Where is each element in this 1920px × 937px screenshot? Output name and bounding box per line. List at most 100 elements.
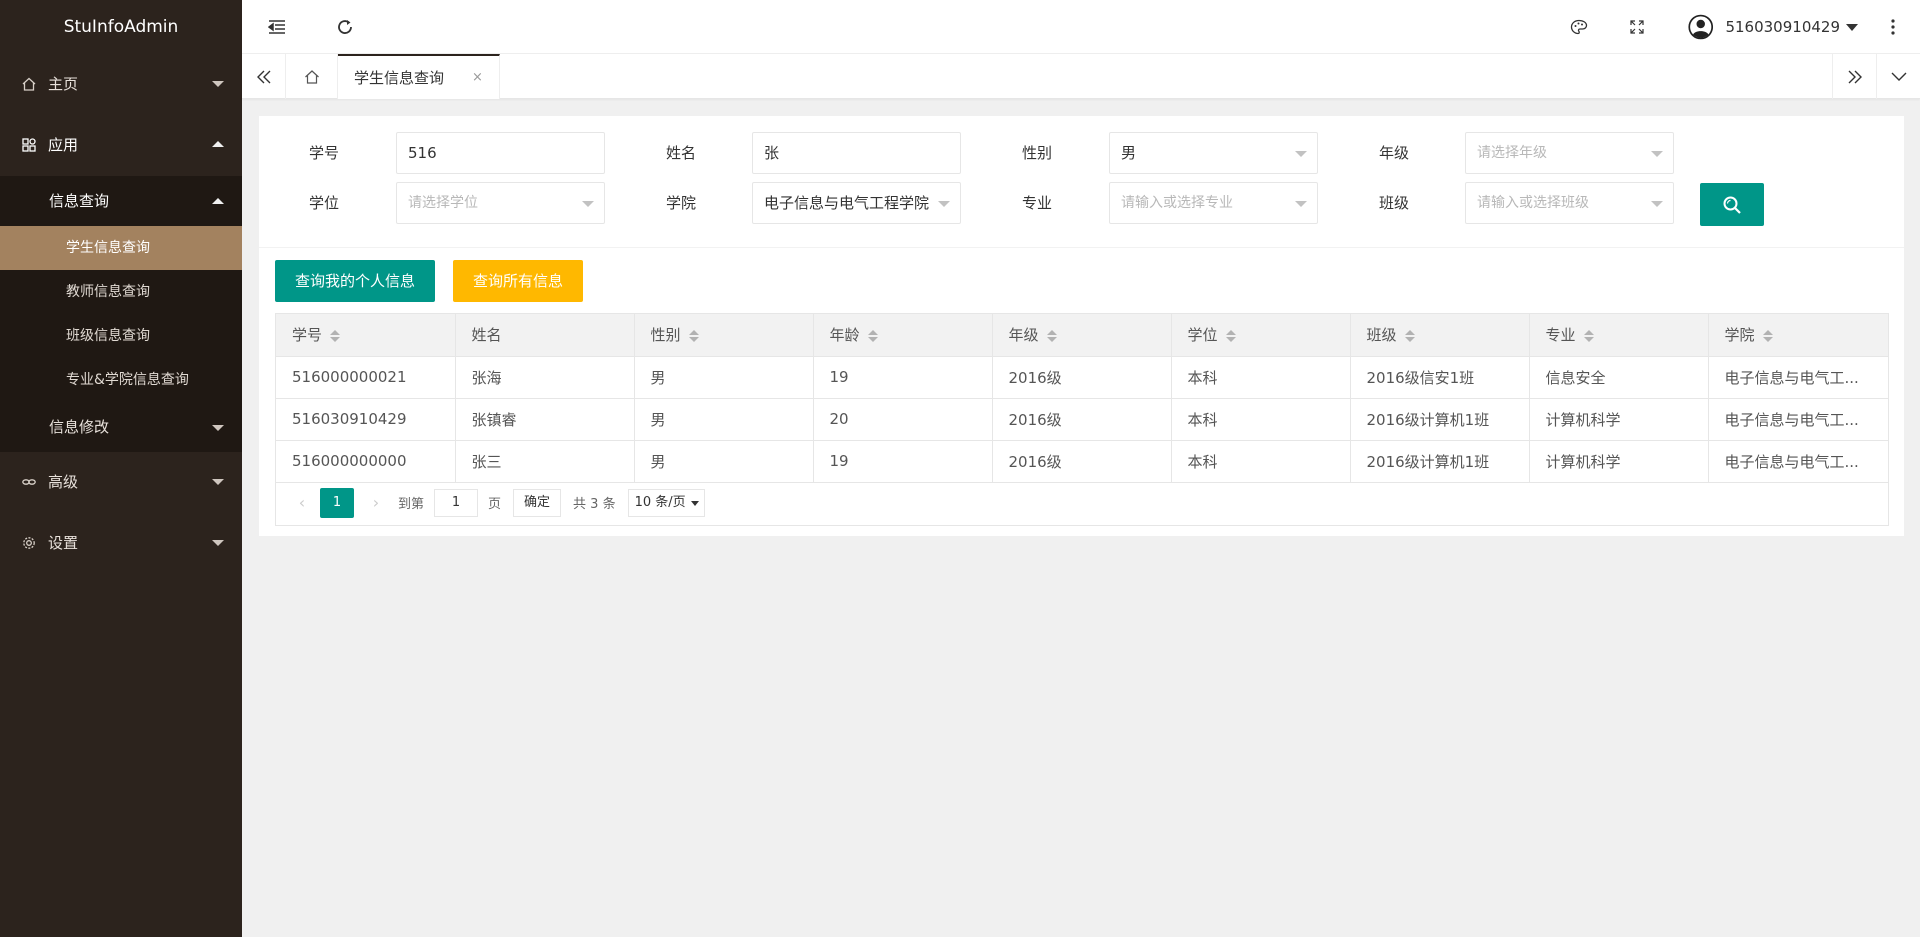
sidebar: StuInfoAdmin 主页 应用 信息查询 学生信息查询 教师信息查询 班级… — [0, 0, 242, 937]
sort-icon[interactable] — [1583, 329, 1594, 342]
column-header-major[interactable]: 专业 — [1529, 314, 1709, 357]
fullscreen-icon — [1630, 20, 1644, 34]
apps-icon — [22, 138, 36, 152]
column-header-student-id[interactable]: 学号 — [276, 314, 456, 357]
name-input[interactable]: 张 — [752, 132, 961, 174]
double-chevron-right-icon — [1848, 70, 1862, 83]
sidebar-item-apps[interactable]: 应用 — [0, 115, 242, 176]
tab-menu-button[interactable] — [1876, 54, 1920, 99]
college-label: 学院 — [665, 194, 696, 212]
sidebar-item-settings[interactable]: 设置 — [0, 513, 242, 574]
tab-scroll-right-button[interactable] — [1832, 54, 1876, 99]
column-header-college[interactable]: 学院 — [1708, 314, 1888, 357]
prev-page-icon[interactable]: ‹ — [292, 493, 312, 512]
sidebar-item-major-college-query[interactable]: 专业&学院信息查询 — [0, 358, 242, 402]
more-button[interactable] — [1878, 0, 1908, 54]
table-row[interactable]: 516000000021 张海 男 19 2016级 本科 2016级信安1班 … — [276, 356, 1888, 399]
query-my-info-button[interactable]: 查询我的个人信息 — [275, 260, 436, 302]
major-select[interactable]: 请输入或选择专业 — [1109, 182, 1318, 224]
chevron-down-icon — [1846, 23, 1858, 31]
goto-confirm-button[interactable]: 确定 — [513, 488, 562, 517]
column-header-age[interactable]: 年龄 — [813, 314, 993, 357]
sidebar-item-teacher-query[interactable]: 教师信息查询 — [0, 270, 242, 314]
sort-icon[interactable] — [1225, 329, 1236, 342]
sort-icon[interactable] — [1046, 329, 1057, 342]
table-cell: 男 — [634, 440, 814, 483]
table-row[interactable]: 516030910429 张镇睿 男 20 2016级 本科 2016级计算机1… — [276, 398, 1888, 441]
tab-scroll-left-button[interactable] — [242, 54, 286, 99]
major-select-placeholder: 请输入或选择专业 — [1121, 195, 1233, 211]
app-logo: StuInfoAdmin — [0, 0, 242, 54]
column-header-degree[interactable]: 学位 — [1171, 314, 1351, 357]
table-cell: 张海 — [455, 356, 635, 399]
chevron-down-icon — [1295, 201, 1307, 207]
sidebar-item-advanced[interactable]: 高级 — [0, 452, 242, 513]
goto-page-input[interactable]: 1 — [434, 488, 479, 517]
goto-label: 到第 — [398, 497, 425, 512]
grade-select[interactable]: 请选择年级 — [1465, 132, 1674, 174]
chevron-up-icon — [212, 141, 224, 147]
sort-icon[interactable] — [867, 329, 878, 342]
total-count: 共 3 条 — [573, 497, 616, 512]
home-tab[interactable] — [286, 54, 338, 99]
next-page-icon[interactable]: › — [366, 493, 386, 512]
user-menu[interactable]: 516030910429 — [1688, 0, 1858, 54]
sidebar-submenu: 信息查询 学生信息查询 教师信息查询 班级信息查询 专业&学院信息查询 信息修改 — [0, 176, 242, 452]
sidebar-item-class-query[interactable]: 班级信息查询 — [0, 314, 242, 358]
refresh-icon — [338, 20, 352, 34]
sort-icon[interactable] — [330, 329, 341, 342]
name-label: 姓名 — [665, 144, 696, 162]
table-cell: 2016级计算机1班 — [1350, 440, 1530, 483]
page-label: 页 — [488, 497, 502, 512]
query-card: 学号 516 姓名 张 性别 男 年级 请选择年级 学位 请选择学位 学院 电子… — [259, 116, 1904, 536]
degree-select[interactable]: 请选择学位 — [396, 182, 605, 224]
student-id-input[interactable]: 516 — [396, 132, 605, 174]
current-page-button[interactable]: 1 — [320, 487, 354, 518]
sidebar-item-student-query[interactable]: 学生信息查询 — [0, 226, 242, 270]
search-button[interactable] — [1700, 183, 1764, 226]
table-cell: 计算机科学 — [1529, 398, 1709, 441]
sort-icon[interactable] — [1404, 329, 1415, 342]
theme-button[interactable] — [1562, 0, 1596, 54]
column-header-gender[interactable]: 性别 — [634, 314, 814, 357]
sidebar-item-label: 高级 — [48, 473, 79, 491]
tab-student-query[interactable]: 学生信息查询 × — [338, 54, 500, 99]
home-icon — [304, 69, 319, 84]
table-cell: 516030910429 — [276, 398, 456, 441]
table-row[interactable]: 516000000000 张三 男 19 2016级 本科 2016级计算机1班… — [276, 440, 1888, 483]
close-icon[interactable]: × — [472, 70, 483, 85]
class-select[interactable]: 请输入或选择班级 — [1465, 182, 1674, 224]
gender-label: 性别 — [1021, 144, 1052, 162]
sort-icon[interactable] — [688, 329, 699, 342]
column-header-class[interactable]: 班级 — [1350, 314, 1530, 357]
student-id-label: 学号 — [308, 144, 339, 162]
degree-select-placeholder: 请选择学位 — [408, 195, 478, 211]
tab-label: 学生信息查询 — [354, 69, 445, 87]
sidebar-item-label: 信息查询 — [49, 192, 110, 210]
gear-icon — [23, 537, 35, 549]
query-all-info-button[interactable]: 查询所有信息 — [453, 260, 584, 302]
page-size-select[interactable]: 10 条/页 — [627, 488, 705, 517]
form-row-2: 学位 请选择学位 学院 电子信息与电气工程学院 专业 请输入或选择专业 班级 请… — [259, 182, 1904, 224]
chevron-down-icon — [938, 201, 950, 207]
table-cell: 19 — [813, 356, 993, 399]
sort-icon[interactable] — [1762, 329, 1773, 342]
table-cell: 电子信息与电气工... — [1708, 356, 1888, 399]
column-header-grade[interactable]: 年级 — [992, 314, 1172, 357]
sidebar-item-info-query[interactable]: 信息查询 — [0, 176, 242, 226]
table-cell: 2016级 — [992, 440, 1172, 483]
pagination: ‹ 1 › 到第 1 页 确定 共 3 条 10 条/页 — [292, 487, 705, 518]
collapse-sidebar-button[interactable] — [262, 0, 292, 54]
gender-select[interactable]: 男 — [1109, 132, 1318, 174]
sidebar-item-info-edit[interactable]: 信息修改 — [0, 402, 242, 452]
college-select[interactable]: 电子信息与电气工程学院 — [752, 182, 961, 224]
page-size-value: 10 条/页 — [634, 494, 686, 510]
table-cell: 电子信息与电气工... — [1708, 398, 1888, 441]
college-select-value: 电子信息与电气工程学院 — [764, 194, 930, 212]
fullscreen-button[interactable] — [1620, 0, 1654, 54]
table-cell: 电子信息与电气工... — [1708, 440, 1888, 483]
sidebar-item-home[interactable]: 主页 — [0, 54, 242, 115]
chevron-down-icon — [1651, 151, 1663, 157]
table-cell: 516000000000 — [276, 440, 456, 483]
refresh-button[interactable] — [330, 0, 360, 54]
